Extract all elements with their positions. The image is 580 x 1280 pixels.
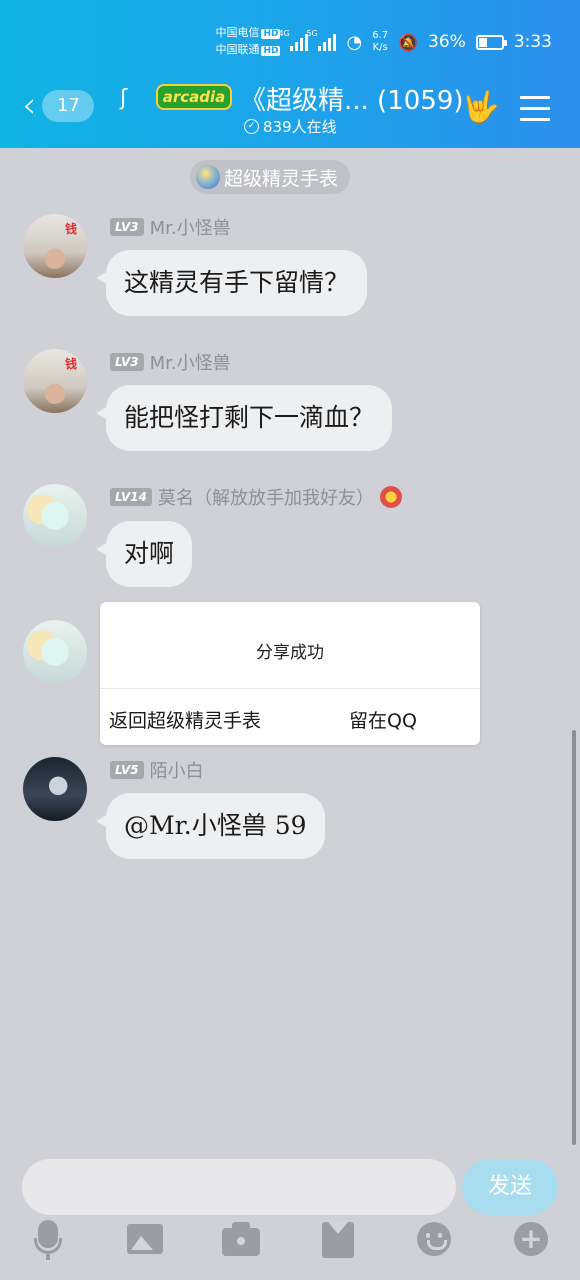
avatar[interactable] [23,484,87,548]
level-badge: LV3 [110,353,144,371]
chat-header: 中国电信 HD 中国联通 HD 4G 5G ◔ 6.7 K/s 🔕 36% 3:33… [0,0,580,148]
online-count: ✓ 839人在线 [244,116,337,137]
plus-icon[interactable]: + [512,1218,552,1262]
net-speed: 6.7 K/s [372,30,389,53]
battery-icon [475,34,507,50]
group-logo: arcadia [156,84,232,110]
stay-in-qq-button[interactable]: 留在QQ [349,706,417,733]
signal-5g-icon: 5G [306,29,337,51]
avatar[interactable] [23,620,87,684]
message-input[interactable] [22,1159,456,1215]
group-app-avatar [196,165,220,189]
sender-name: Mr.小怪兽 [149,353,231,374]
chevron-left-icon: ‹ [22,85,37,126]
unread-badge: 17 [42,90,95,122]
check-circle-icon: ✓ [244,119,259,134]
message-bubble[interactable]: 对啊 [95,521,193,587]
scrollbar[interactable] [572,730,576,1145]
ear-icon[interactable]: ʃ [120,86,127,111]
clock: 3:33 [513,32,552,52]
carrier-1: 中国电信 HD [215,26,281,39]
message-meta: LV3 Mr.小怪兽 [110,214,231,240]
sender-name: 陌小白 [149,761,204,782]
sender-name: 莫名（解放放手加我好友） [157,488,374,509]
battery-percent: 36% [428,32,466,52]
mute-notification-icon: 🔕 [398,32,419,52]
input-toolbar: + [0,1218,580,1280]
group-app-name: 超级精灵手表 [224,167,339,190]
message-meta: LV5 陌小白 [110,757,204,783]
message-bubble[interactable]: @Mr.小怪兽 59 [96,793,325,859]
camera-icon[interactable] [222,1218,262,1262]
return-to-app-button[interactable]: 返回超级精灵手表 [109,706,261,733]
message-bubble[interactable]: 能把怪打剩下一滴血？ [95,385,393,451]
sender-name: Mr.小怪兽 [149,218,231,239]
back-button[interactable]: ‹ 17 [22,85,95,126]
message-meta: LV3 Mr.小怪兽 [110,349,231,375]
avatar[interactable] [23,757,87,821]
avatar[interactable]: 钱 [23,214,87,278]
carrier-2: 中国联通 HD [215,43,281,56]
send-button[interactable]: 发送 [462,1159,558,1215]
level-badge: LV5 [110,761,144,779]
message-meta: LV14 莫名（解放放手加我好友） [110,484,402,510]
message-bubble[interactable]: 这精灵有手下留情？ [95,250,368,316]
emoji-icon[interactable] [415,1218,455,1262]
microphone-icon[interactable] [28,1218,68,1262]
carrier-info: 中国电信 HD 中国联通 HD [215,25,281,59]
menu-icon[interactable] [520,96,550,129]
flower-badge-icon [379,486,402,508]
red-envelope-icon[interactable] [320,1218,360,1262]
rock-hand-icon[interactable]: 🤟 [462,90,499,125]
dialog-divider [100,688,480,689]
wifi-icon: ◔ [346,31,363,53]
dialog-title: 分享成功 [256,643,324,663]
image-icon[interactable] [127,1218,167,1262]
status-bar: 中国电信 HD 中国联通 HD 4G 5G ◔ 6.7 K/s 🔕 36% 3:33 [215,22,552,62]
group-app-pill[interactable]: 超级精灵手表 [190,160,351,194]
avatar[interactable]: 钱 [23,349,87,413]
chat-title[interactable]: 《超级精... (1059) [240,80,464,117]
level-badge: LV3 [110,218,144,236]
share-success-dialog: 分享成功 返回超级精灵手表 留在QQ [100,602,480,745]
level-badge: LV14 [110,488,152,506]
